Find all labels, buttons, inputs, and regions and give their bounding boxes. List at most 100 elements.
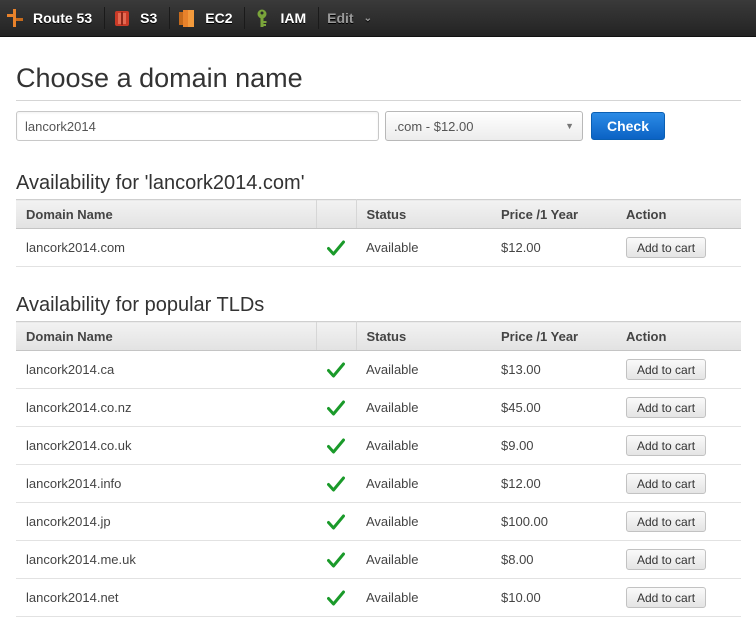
column-header-price: Price /1 Year (491, 199, 616, 229)
domain-name-cell: lancork2014.com (16, 228, 316, 267)
checkmark-icon (327, 240, 345, 256)
table-row: lancork2014.co.nz Available $45.00 Add t… (16, 388, 741, 427)
price-cell: $10.00 (491, 578, 616, 617)
add-to-cart-button[interactable]: Add to cart (626, 359, 707, 380)
nav-iam-label: IAM (280, 10, 307, 26)
status-icon-cell (316, 464, 356, 503)
domain-name-cell: lancork2014.co.nz (16, 388, 316, 427)
column-header-status: Status (356, 321, 491, 351)
add-to-cart-button[interactable]: Add to cart (626, 435, 707, 456)
price-cell: $8.00 (491, 540, 616, 579)
popular-tlds-table: Domain Name Status Price /1 Year Action … (16, 321, 741, 617)
domain-search-form: .com - $12.00 ▼ Check (16, 111, 741, 141)
nav-route53[interactable]: Route 53 (0, 0, 104, 37)
domain-name-cell: lancork2014.net (16, 578, 316, 617)
table-row: lancork2014.info Available $12.00 Add to… (16, 464, 741, 503)
status-cell: Available (356, 426, 491, 465)
action-cell: Add to cart (616, 350, 741, 389)
page-title: Choose a domain name (16, 37, 741, 101)
action-cell: Add to cart (616, 502, 741, 541)
checkmark-icon (327, 552, 345, 568)
popular-tlds-title: Availability for popular TLDs (16, 294, 265, 316)
checkmark-icon (327, 362, 345, 378)
action-cell: Add to cart (616, 578, 741, 617)
table-header-row: Domain Name Status Price /1 Year Action (16, 199, 741, 229)
column-header-action: Action (616, 321, 741, 351)
nav-s3[interactable]: S3 (105, 0, 169, 37)
price-cell: $12.00 (491, 464, 616, 503)
price-cell: $45.00 (491, 388, 616, 427)
nav-ec2[interactable]: EC2 (170, 0, 244, 37)
action-cell: Add to cart (616, 540, 741, 579)
domain-name-cell: lancork2014.jp (16, 502, 316, 541)
table-row: lancork2014.co.uk Available $9.00 Add to… (16, 426, 741, 465)
column-header-status: Status (356, 199, 491, 229)
status-cell: Available (356, 502, 491, 541)
status-icon-cell (316, 228, 356, 267)
primary-availability-title: Availability for 'lancork2014.com' (16, 172, 305, 194)
status-cell: Available (356, 578, 491, 617)
column-header-icon (315, 321, 357, 351)
status-icon-cell (316, 578, 356, 617)
checkmark-icon (327, 400, 345, 416)
caret-down-icon: ▼ (565, 121, 574, 131)
domain-name-cell: lancork2014.me.uk (16, 540, 316, 579)
tld-select[interactable]: .com - $12.00 ▼ (385, 111, 583, 141)
table-row: lancork2014.me.uk Available $8.00 Add to… (16, 540, 741, 579)
column-header-price: Price /1 Year (491, 321, 616, 351)
status-cell: Available (356, 540, 491, 579)
add-to-cart-button[interactable]: Add to cart (626, 237, 707, 258)
status-icon-cell (316, 426, 356, 465)
checkmark-icon (327, 590, 345, 606)
add-to-cart-button[interactable]: Add to cart (626, 549, 707, 570)
column-header-domain: Domain Name (16, 321, 316, 351)
iam-key-icon (257, 9, 267, 27)
s3-icon (115, 11, 130, 26)
domain-name-cell: lancork2014.ca (16, 350, 316, 389)
add-to-cart-button[interactable]: Add to cart (626, 587, 707, 608)
action-cell: Add to cart (616, 464, 741, 503)
status-cell: Available (356, 350, 491, 389)
status-cell: Available (356, 464, 491, 503)
checkmark-icon (327, 476, 345, 492)
check-button[interactable]: Check (591, 112, 665, 140)
table-row: lancork2014.com Available $12.00 Add to … (16, 228, 741, 267)
column-header-icon (315, 199, 357, 229)
nav-edit-menu[interactable]: Edit ⌄ (319, 0, 384, 37)
action-cell: Add to cart (616, 228, 741, 267)
price-cell: $12.00 (491, 228, 616, 267)
nav-s3-label: S3 (140, 10, 158, 26)
status-cell: Available (356, 388, 491, 427)
status-icon-cell (316, 350, 356, 389)
column-header-action: Action (616, 199, 741, 229)
nav-ec2-label: EC2 (205, 10, 233, 26)
top-navigation-bar: Route 53 S3 EC2 IAM Edit ⌄ (0, 0, 756, 37)
nav-route53-label: Route 53 (33, 10, 93, 26)
chevron-down-icon: ⌄ (363, 12, 372, 24)
domain-name-cell: lancork2014.info (16, 464, 316, 503)
action-cell: Add to cart (616, 388, 741, 427)
checkmark-icon (327, 438, 345, 454)
status-icon-cell (316, 540, 356, 579)
column-header-domain: Domain Name (16, 199, 316, 229)
route53-icon (7, 9, 23, 27)
status-icon-cell (316, 388, 356, 427)
action-cell: Add to cart (616, 426, 741, 465)
status-icon-cell (316, 502, 356, 541)
price-cell: $9.00 (491, 426, 616, 465)
add-to-cart-button[interactable]: Add to cart (626, 473, 707, 494)
main-content: Choose a domain name .com - $12.00 ▼ Che… (0, 37, 756, 617)
price-cell: $13.00 (491, 350, 616, 389)
domain-name-input[interactable] (16, 111, 379, 141)
primary-availability-table: Domain Name Status Price /1 Year Action … (16, 199, 741, 267)
add-to-cart-button[interactable]: Add to cart (626, 397, 707, 418)
add-to-cart-button[interactable]: Add to cart (626, 511, 707, 532)
ec2-icon (179, 10, 195, 27)
domain-name-cell: lancork2014.co.uk (16, 426, 316, 465)
tld-select-value: .com - $12.00 (394, 118, 474, 134)
table-row: lancork2014.ca Available $13.00 Add to c… (16, 350, 741, 389)
table-header-row: Domain Name Status Price /1 Year Action (16, 321, 741, 351)
nav-edit-label: Edit (327, 10, 354, 26)
checkmark-icon (327, 514, 345, 530)
nav-iam[interactable]: IAM (245, 0, 318, 37)
